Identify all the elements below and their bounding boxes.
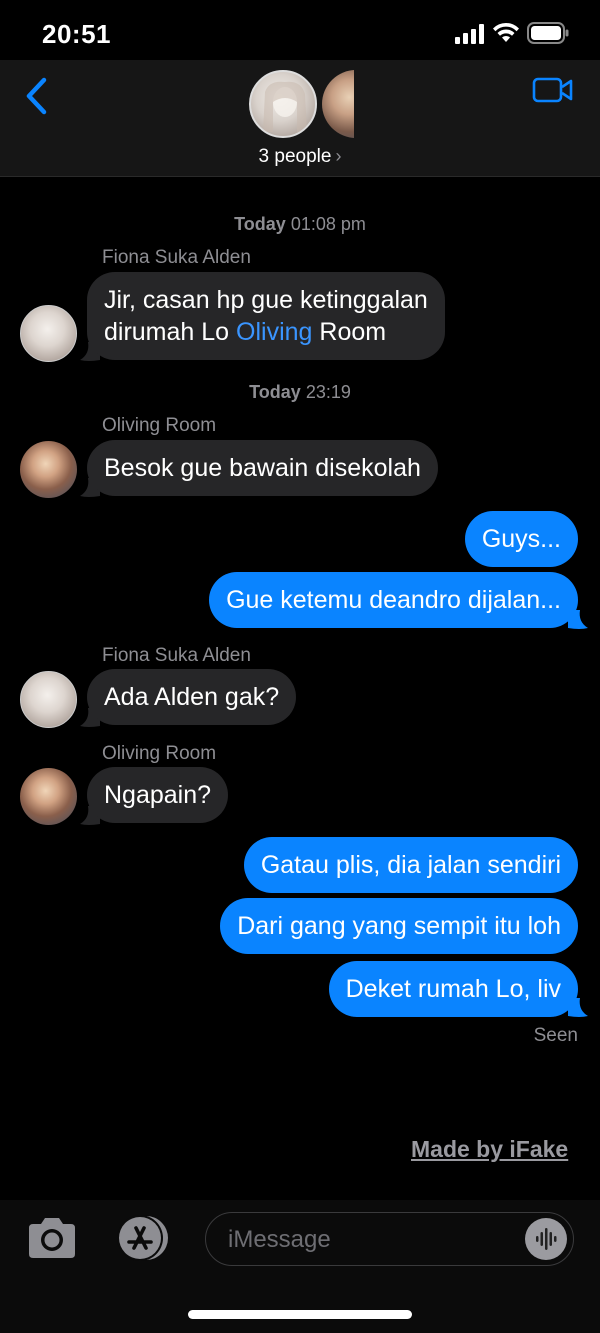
video-camera-icon[interactable] xyxy=(532,76,574,104)
avatar[interactable] xyxy=(20,768,77,825)
avatar[interactable] xyxy=(20,441,77,498)
compose-bar: iMessage xyxy=(0,1200,600,1333)
outgoing-message-bubble[interactable]: Gue ketemu deandro dijalan... xyxy=(209,572,578,628)
wifi-icon xyxy=(493,22,519,42)
outgoing-message-bubble[interactable]: Gatau plis, dia jalan sendiri xyxy=(243,837,578,893)
timestamp-time: 01:08 pm xyxy=(290,214,366,234)
message-text: Guys... xyxy=(481,525,561,553)
incoming-message-bubble[interactable]: Ada Alden gak? xyxy=(87,669,297,725)
outgoing-message-bubble[interactable]: Dari gang yang sempit itu loh xyxy=(220,898,578,954)
message-text: Dari gang yang sempit itu loh xyxy=(237,912,561,940)
message-text: dirumah Lo Oliving Room xyxy=(104,318,387,346)
battery-icon xyxy=(527,22,569,44)
avatar-photo xyxy=(263,81,307,132)
message-text: Besok gue bawain disekolah xyxy=(104,454,421,482)
sender-name: Oliving Room xyxy=(102,743,217,764)
timestamp-day: Today xyxy=(249,382,301,402)
chevron-left-icon[interactable] xyxy=(22,76,52,116)
message-text: Ngapain? xyxy=(104,781,212,809)
message-text: Deket rumah Lo, liv xyxy=(345,975,561,1003)
watermark: Made by iFake xyxy=(411,1136,569,1162)
mention-link[interactable]: Oliving xyxy=(236,318,312,346)
message-text: Gue ketemu deandro dijalan... xyxy=(226,586,561,614)
incoming-message-bubble[interactable]: Ngapain? xyxy=(87,767,229,823)
message-text: Gatau plis, dia jalan sendiri xyxy=(260,851,561,879)
sender-name: Fiona Suka Alden xyxy=(102,645,251,666)
sender-name: Fiona Suka Alden xyxy=(102,247,251,268)
group-members-link[interactable]: 3 people › xyxy=(0,146,600,168)
message-timestamp: Today 01:08 pm xyxy=(0,214,600,235)
people-count-label: 3 people xyxy=(258,146,332,167)
outgoing-message-bubble[interactable]: Deket rumah Lo, liv xyxy=(328,961,578,1017)
outgoing-message-bubble[interactable]: Guys... xyxy=(464,511,578,567)
message-timestamp: Today 23:19 xyxy=(0,382,600,403)
incoming-message-bubble[interactable]: Besok gue bawain disekolah xyxy=(87,440,438,496)
message-text: Jir, casan hp gue ketinggalan xyxy=(104,286,428,314)
timestamp-day: Today xyxy=(234,214,286,234)
avatar[interactable] xyxy=(20,305,77,362)
audio-message-button[interactable] xyxy=(525,1218,567,1260)
sender-name: Oliving Room xyxy=(102,415,217,436)
status-time: 20:51 xyxy=(42,19,111,49)
conversation-header: 3 people › xyxy=(0,60,600,177)
incoming-message-bubble[interactable]: Jir, casan hp gue ketinggalan dirumah Lo… xyxy=(87,272,445,360)
camera-icon[interactable] xyxy=(25,1216,79,1260)
message-input[interactable]: iMessage xyxy=(205,1212,574,1266)
chevron-right-icon: › xyxy=(335,146,342,166)
cellular-signal-icon xyxy=(455,24,484,44)
avatar[interactable] xyxy=(20,671,77,728)
waveform-icon xyxy=(536,1228,557,1250)
avatar[interactable] xyxy=(322,70,354,138)
message-text: Ada Alden gak? xyxy=(104,683,280,711)
timestamp-time: 23:19 xyxy=(305,382,351,402)
app-store-icon[interactable] xyxy=(112,1214,172,1262)
avatar[interactable] xyxy=(249,70,317,138)
message-input-placeholder: iMessage xyxy=(228,1226,331,1253)
read-receipt: Seen xyxy=(533,1025,578,1046)
home-indicator[interactable] xyxy=(188,1310,412,1319)
